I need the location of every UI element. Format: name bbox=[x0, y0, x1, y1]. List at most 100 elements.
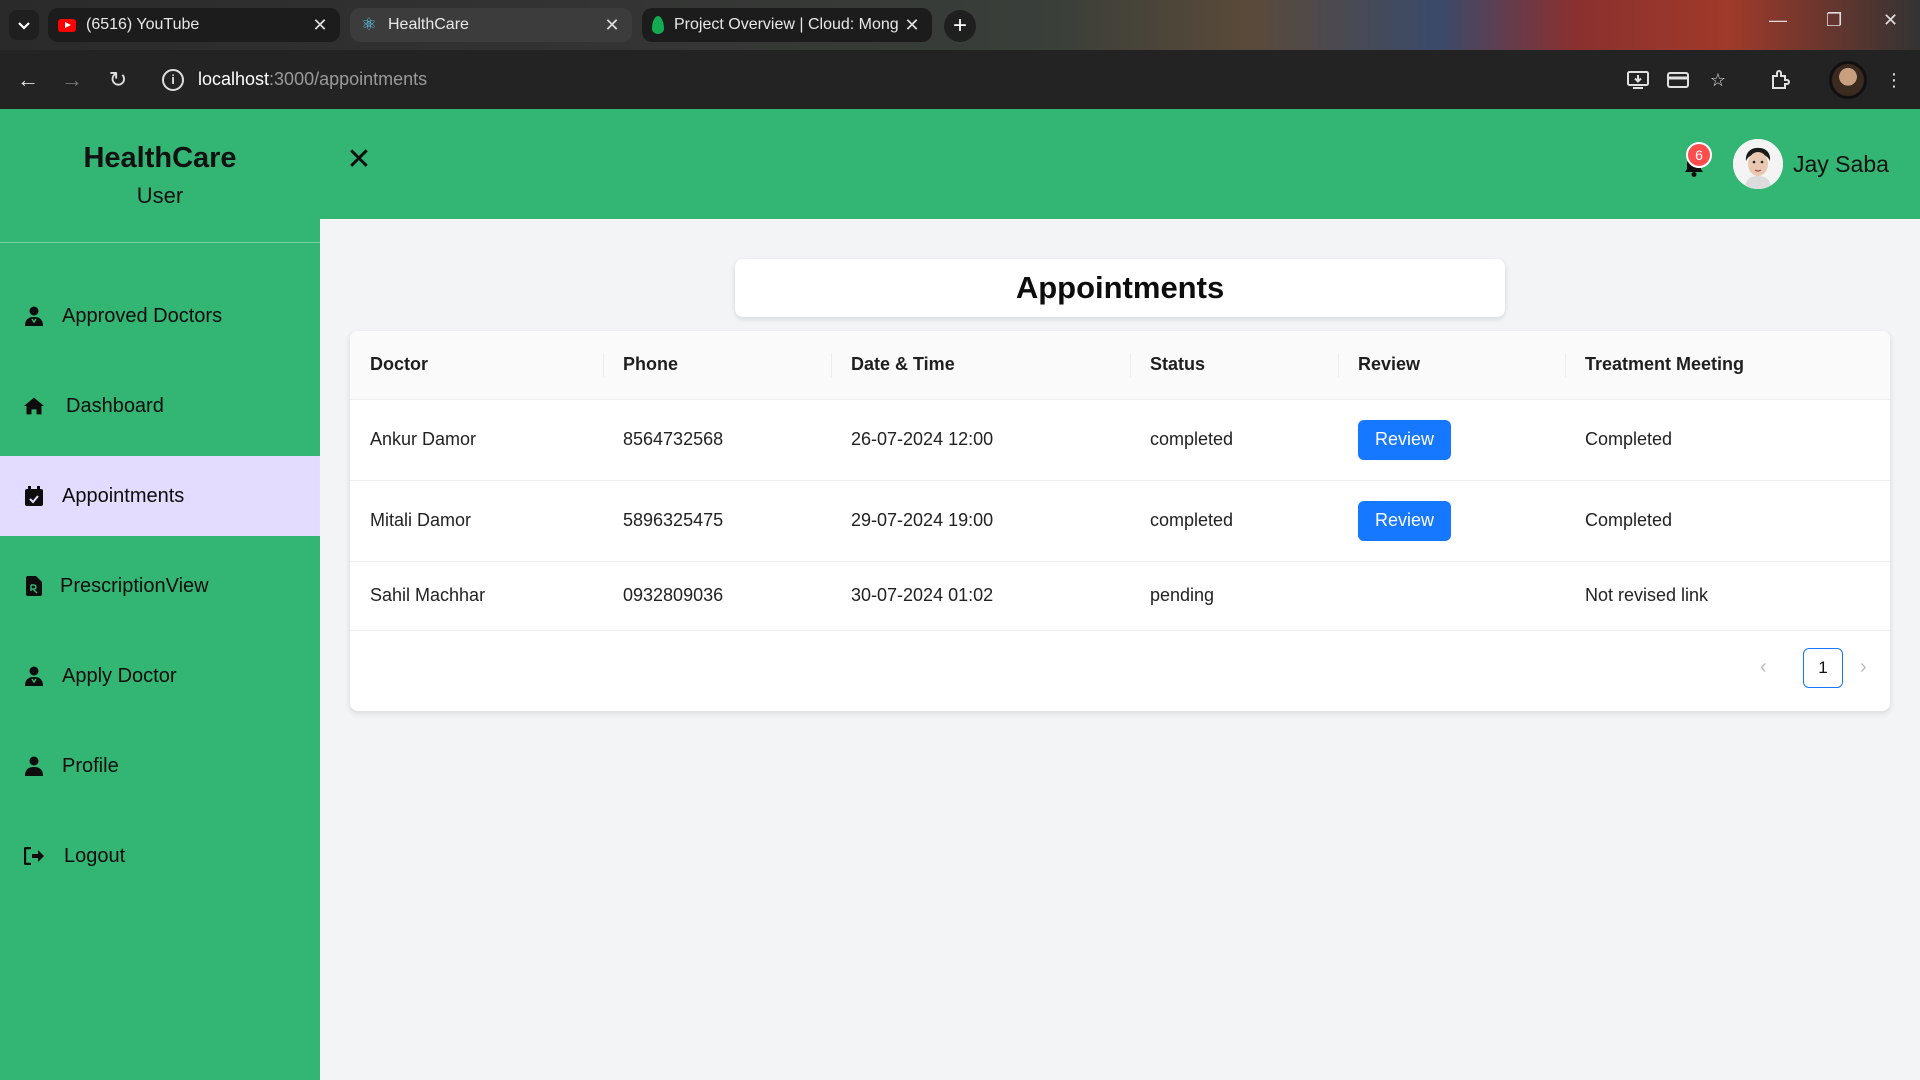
cell-status: pending bbox=[1130, 561, 1338, 631]
table-row: Sahil Machhar 0932809036 30-07-2024 01:0… bbox=[350, 561, 1890, 631]
react-icon: ⚛ bbox=[361, 15, 377, 34]
table-row: Ankur Damor 8564732568 26-07-2024 12:00 … bbox=[350, 399, 1890, 481]
page-number-current[interactable]: 1 bbox=[1803, 648, 1843, 688]
cell-date-time: 26-07-2024 12:00 bbox=[831, 399, 1130, 481]
tab-title: Project Overview | Cloud: Mong bbox=[674, 16, 899, 33]
sidebar-item-logout[interactable]: Logout bbox=[0, 816, 320, 896]
url-text[interactable]: localhost:3000/appointments bbox=[198, 69, 427, 90]
restore-icon[interactable]: ❐ bbox=[1826, 10, 1842, 31]
sidebar-item-label: Appointments bbox=[62, 484, 185, 507]
appointments-table-card: Doctor Phone Date & Time Status Review T… bbox=[350, 331, 1890, 711]
install-app-icon[interactable] bbox=[1624, 68, 1652, 92]
sidebar: HealthCare User Approved Doctors Dashboa… bbox=[0, 109, 320, 1080]
chevron-down-icon bbox=[18, 22, 30, 30]
user-icon bbox=[24, 756, 44, 776]
cell-treatment-meeting: Completed bbox=[1565, 399, 1890, 481]
forward-arrow-icon[interactable]: → bbox=[56, 64, 88, 96]
close-sidebar-icon[interactable]: ✕ bbox=[346, 145, 372, 175]
chevron-left-icon[interactable]: ‹ bbox=[1760, 656, 1767, 679]
cell-date-time: 29-07-2024 19:00 bbox=[831, 480, 1130, 562]
column-header-treatment-meeting[interactable]: Treatment Meeting bbox=[1565, 331, 1890, 400]
column-header-status[interactable]: Status bbox=[1130, 331, 1338, 400]
cell-date-time: 30-07-2024 01:02 bbox=[831, 561, 1130, 631]
sidebar-item-label: Logout bbox=[64, 844, 126, 867]
tab-search-button[interactable] bbox=[9, 10, 39, 40]
tab-title: (6516) YouTube bbox=[86, 16, 200, 33]
column-header-phone[interactable]: Phone bbox=[603, 331, 831, 400]
appointments-table: Doctor Phone Date & Time Status Review T… bbox=[350, 331, 1890, 631]
avatar[interactable] bbox=[1733, 139, 1783, 189]
reload-icon[interactable]: ↻ bbox=[102, 64, 134, 96]
sidebar-item-approved-doctors[interactable]: Approved Doctors bbox=[0, 276, 320, 356]
sidebar-item-dashboard[interactable]: Dashboard bbox=[0, 366, 320, 446]
cell-status: completed bbox=[1130, 480, 1338, 562]
pagination: ‹ 1 › bbox=[1730, 648, 1890, 688]
column-header-review[interactable]: Review bbox=[1338, 331, 1565, 400]
file-prescription-icon bbox=[24, 576, 44, 596]
mongodb-icon bbox=[652, 16, 664, 34]
new-tab-button[interactable]: + bbox=[944, 10, 976, 42]
cell-review: Review bbox=[1338, 480, 1565, 562]
column-header-date-time[interactable]: Date & Time bbox=[831, 331, 1130, 400]
brand-title: HealthCare bbox=[83, 142, 237, 174]
card-icon[interactable] bbox=[1664, 68, 1692, 92]
site-info-icon[interactable]: i bbox=[162, 68, 184, 91]
top-header: ✕ 6 Jay Saba bbox=[320, 109, 1920, 219]
window-close-icon[interactable]: ✕ bbox=[1883, 10, 1898, 31]
calendar-check-icon bbox=[24, 486, 44, 506]
more-menu-icon[interactable]: ⋮ bbox=[1880, 68, 1908, 92]
cell-doctor: Ankur Damor bbox=[350, 399, 603, 481]
sidebar-item-apply-doctor[interactable]: Apply Doctor bbox=[0, 636, 320, 716]
sidebar-item-label: Dashboard bbox=[66, 394, 164, 417]
browser-tab-strip: (6516) YouTube ✕ ⚛ HealthCare ✕ Project … bbox=[0, 0, 1920, 50]
review-button[interactable]: Review bbox=[1358, 419, 1451, 460]
cell-review bbox=[1338, 561, 1565, 631]
sidebar-item-label: Apply Doctor bbox=[62, 664, 177, 687]
logout-icon bbox=[24, 846, 44, 866]
cell-phone: 8564732568 bbox=[603, 399, 831, 481]
extensions-icon[interactable] bbox=[1766, 68, 1794, 92]
cell-phone: 0932809036 bbox=[603, 561, 831, 631]
sidebar-item-label: Profile bbox=[62, 754, 119, 777]
cell-treatment-meeting: Completed bbox=[1565, 480, 1890, 562]
sidebar-item-appointments[interactable]: Appointments bbox=[0, 456, 320, 536]
user-name[interactable]: Jay Saba bbox=[1793, 151, 1889, 178]
tab-title: HealthCare bbox=[388, 16, 469, 33]
chevron-right-icon[interactable]: › bbox=[1860, 656, 1867, 679]
cell-phone: 5896325475 bbox=[603, 480, 831, 562]
notification-badge[interactable]: 6 bbox=[1686, 142, 1712, 168]
cell-treatment-meeting: Not revised link bbox=[1565, 561, 1890, 631]
user-doctor-icon bbox=[24, 666, 44, 686]
brand: HealthCare User bbox=[0, 109, 320, 243]
cell-doctor: Mitali Damor bbox=[350, 480, 603, 562]
browser-tab-healthcare[interactable]: ⚛ HealthCare ✕ bbox=[350, 8, 632, 42]
close-icon[interactable]: ✕ bbox=[902, 15, 922, 36]
back-arrow-icon[interactable]: ← bbox=[12, 64, 44, 96]
app-root: HealthCare User Approved Doctors Dashboa… bbox=[0, 109, 1920, 1080]
sidebar-item-label: PrescriptionView bbox=[60, 574, 209, 597]
sidebar-item-profile[interactable]: Profile bbox=[0, 726, 320, 806]
cell-review: Review bbox=[1338, 399, 1565, 481]
browser-toolbar: ← → ↻ i localhost:3000/appointments ☆ ⋮ bbox=[0, 50, 1920, 109]
cell-doctor: Sahil Machhar bbox=[350, 561, 603, 631]
browser-tab-mongodb[interactable]: Project Overview | Cloud: Mong ✕ bbox=[642, 8, 932, 42]
main-content: Appointments Doctor Phone Date & Time St… bbox=[320, 219, 1920, 1080]
column-header-doctor[interactable]: Doctor bbox=[350, 331, 603, 400]
close-icon[interactable]: ✕ bbox=[310, 15, 330, 36]
browser-profile-avatar[interactable] bbox=[1829, 61, 1867, 99]
browser-tab-youtube[interactable]: (6516) YouTube ✕ bbox=[48, 8, 340, 42]
table-row: Mitali Damor 5896325475 29-07-2024 19:00… bbox=[350, 480, 1890, 562]
youtube-icon bbox=[58, 18, 76, 32]
page-title: Appointments bbox=[735, 259, 1505, 317]
bookmark-star-icon[interactable]: ☆ bbox=[1704, 68, 1732, 92]
sidebar-item-prescriptionview[interactable]: PrescriptionView bbox=[0, 546, 320, 626]
cell-status: completed bbox=[1130, 399, 1338, 481]
sidebar-item-label: Approved Doctors bbox=[62, 304, 223, 327]
close-icon[interactable]: ✕ bbox=[602, 15, 622, 36]
address-bar[interactable]: i localhost:3000/appointments bbox=[152, 58, 1602, 101]
review-button[interactable]: Review bbox=[1358, 500, 1451, 541]
table-header-row: Doctor Phone Date & Time Status Review T… bbox=[350, 331, 1890, 400]
home-icon bbox=[24, 396, 44, 416]
minimize-icon[interactable]: — bbox=[1769, 10, 1787, 31]
user-doctor-icon bbox=[24, 306, 44, 326]
